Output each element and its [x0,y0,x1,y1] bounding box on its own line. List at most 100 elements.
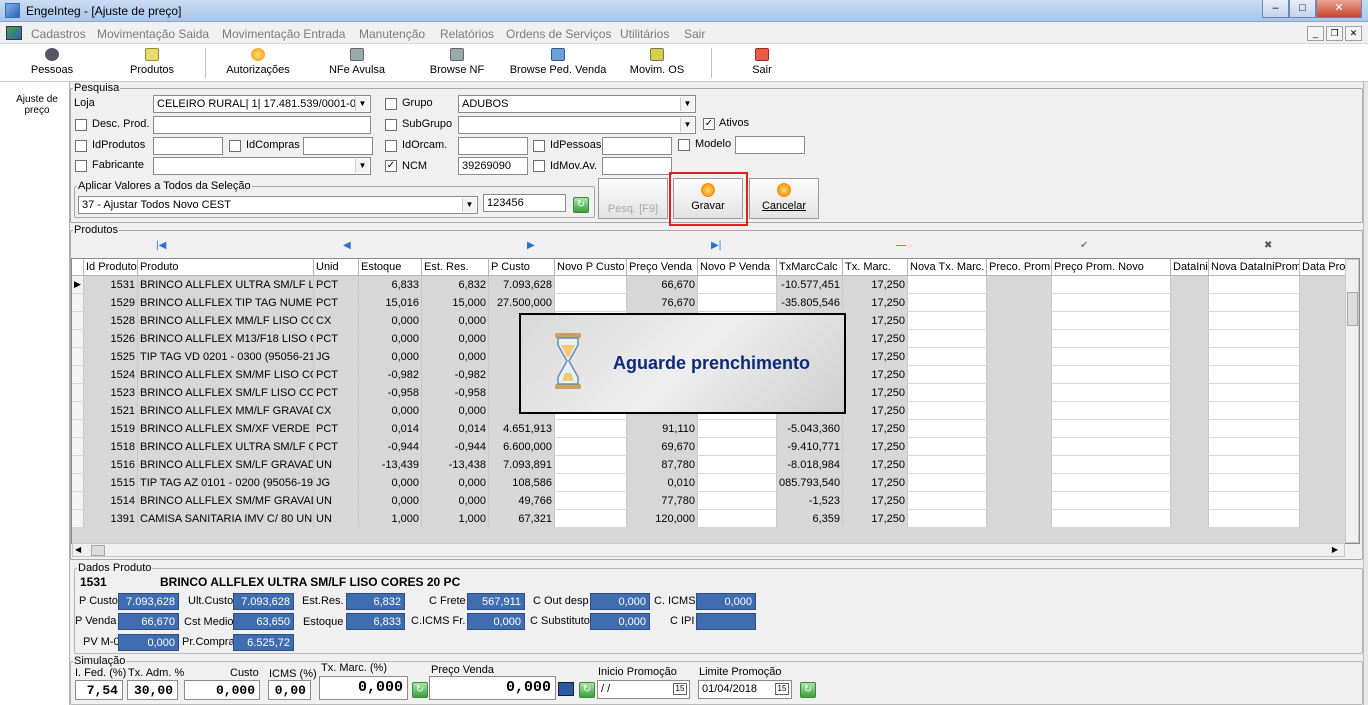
grid-cell[interactable] [698,294,777,312]
grid-cell[interactable]: 0,000 [422,330,489,348]
grid-cell[interactable] [908,474,987,492]
grid-cell[interactable] [908,330,987,348]
grid-cell[interactable] [1171,366,1209,384]
grid-cell[interactable] [1209,474,1300,492]
vertical-scrollbar[interactable] [1345,259,1359,543]
grid-cell[interactable] [1209,276,1300,294]
grid-cell[interactable]: 0,000 [359,402,422,420]
grid-cell[interactable] [1209,384,1300,402]
grid-cell[interactable]: BRINCO ALLFLEX M13/F18 LISO CORES [138,330,314,348]
menu-relatorios[interactable]: Relatórios [440,27,494,41]
subgrupo-checkbox[interactable] [385,119,397,131]
grid-cell[interactable]: 67,321 [489,510,555,528]
row-indicator[interactable] [72,510,84,528]
mdi-minimize-button[interactable]: _ [1307,26,1324,41]
grid-cell[interactable]: BRINCO ALLFLEX ULTRA SM/LF GRAVADO [138,438,314,456]
grid-cell[interactable]: BRINCO ALLFLEX SM/MF LISO CORES [138,366,314,384]
idcompras-input[interactable] [303,137,373,155]
calendar-icon[interactable]: 15 [775,683,789,695]
menu-ordens-servicos[interactable]: Ordens de Serviços [506,27,611,41]
grid-cell[interactable] [1171,330,1209,348]
grid-cell[interactable]: -35.805,546 [777,294,843,312]
grid-cell[interactable]: 91,110 [627,420,698,438]
grid-cell[interactable]: -9.410,771 [777,438,843,456]
grid-column-header[interactable]: TxMarcCalc [777,259,843,276]
grid-cell[interactable] [1300,402,1348,420]
grid-cell[interactable] [1171,438,1209,456]
grid-cell[interactable]: -8.018,984 [777,456,843,474]
grid-cell[interactable]: -0,982 [422,366,489,384]
grid-column-header[interactable]: DataIniProm [1171,259,1209,276]
grid-column-header[interactable]: Tx. Marc. [843,259,908,276]
grid-cell[interactable] [1209,366,1300,384]
grid-cell[interactable] [698,276,777,294]
row-indicator[interactable]: ▶ [72,276,84,294]
cancel-record-icon[interactable]: ✖ [1264,240,1272,251]
grid-cell[interactable]: 17,250 [843,294,908,312]
grid-cell[interactable] [555,294,627,312]
grid-cell[interactable]: PCT [314,366,359,384]
grid-cell[interactable]: 7.093,891 [489,456,555,474]
grid-cell[interactable] [1171,456,1209,474]
grid-cell[interactable]: -0,944 [359,438,422,456]
menu-movimentacao-saida[interactable]: Movimentação Saida [97,27,209,41]
custo-input[interactable]: 0,000 [184,680,260,700]
grid-cell[interactable] [987,420,1052,438]
grid-column-header[interactable]: Novo P Custo [555,259,627,276]
grid-cell[interactable]: -1,523 [777,492,843,510]
grid-cell[interactable] [1300,312,1348,330]
grid-cell[interactable]: BRINCO ALLFLEX ULTRA SM/LF LISO CORES [138,276,314,294]
grid-cell[interactable]: 0,000 [359,312,422,330]
grid-cell[interactable]: -13,438 [422,456,489,474]
grid-cell[interactable] [1300,330,1348,348]
grid-cell[interactable]: PCT [314,438,359,456]
grid-cell[interactable] [987,312,1052,330]
menu-cadastros[interactable]: Cadastros [31,27,86,41]
row-indicator[interactable] [72,474,84,492]
grid-cell[interactable] [1209,312,1300,330]
grid-cell[interactable]: 6.600,000 [489,438,555,456]
aplicar-select[interactable]: 37 - Ajustar Todos Novo CEST ▼ [78,196,478,214]
menu-manutencao[interactable]: Manutenção [359,27,425,41]
idpessoas-checkbox[interactable] [533,140,545,152]
idprodutos-checkbox[interactable] [75,140,87,152]
txadm-input[interactable]: 30,00 [127,680,178,700]
grid-cell[interactable] [1209,456,1300,474]
grid-cell[interactable] [1300,474,1348,492]
toolbar-sair-button[interactable]: Sair [745,46,779,76]
grid-cell[interactable]: -0,958 [359,384,422,402]
grupo-select[interactable]: ADUBOS ▼ [458,95,696,113]
grid-cell[interactable]: 0,000 [422,474,489,492]
minimize-button[interactable]: – [1262,0,1289,18]
ncm-input[interactable]: 39269090 [458,157,528,175]
fabricante-select[interactable]: ▼ [153,157,371,175]
gravar-button[interactable]: Gravar [673,178,743,219]
grid-cell[interactable] [987,510,1052,528]
first-record-icon[interactable]: |◀ [156,240,166,251]
grid-cell[interactable]: PCT [314,276,359,294]
grid-cell[interactable]: BRINCO ALLFLEX MM/LF LISO CORES [138,312,314,330]
grid-cell[interactable]: 0,014 [422,420,489,438]
grid-cell[interactable] [1171,312,1209,330]
modelo-checkbox[interactable] [678,139,690,151]
pvenda-input[interactable]: 0,000 [429,676,556,700]
grid-cell[interactable] [1300,510,1348,528]
calculator-icon[interactable] [558,682,574,696]
grid-column-header[interactable]: Preco. Prom. [987,259,1052,276]
grid-cell[interactable] [1300,294,1348,312]
grid-cell[interactable]: 69,670 [627,438,698,456]
grid-cell[interactable]: 1391 [84,510,138,528]
grid-cell[interactable] [1209,330,1300,348]
grid-cell[interactable]: UN [314,492,359,510]
idprodutos-input[interactable] [153,137,223,155]
grid-column-header[interactable]: Data Pro [1300,259,1348,276]
ncm-checkbox[interactable]: ✓ [385,160,397,172]
refresh-icon[interactable]: ↻ [800,682,816,698]
row-indicator[interactable] [72,294,84,312]
grid-cell[interactable]: -0,958 [422,384,489,402]
grid-cell[interactable]: 77,780 [627,492,698,510]
grid-cell[interactable] [1052,438,1171,456]
horizontal-scrollbar[interactable]: ◀ ▶ [72,543,1345,557]
row-indicator[interactable] [72,312,84,330]
toolbar-autorizacoes-button[interactable]: Autorizações [222,46,294,76]
